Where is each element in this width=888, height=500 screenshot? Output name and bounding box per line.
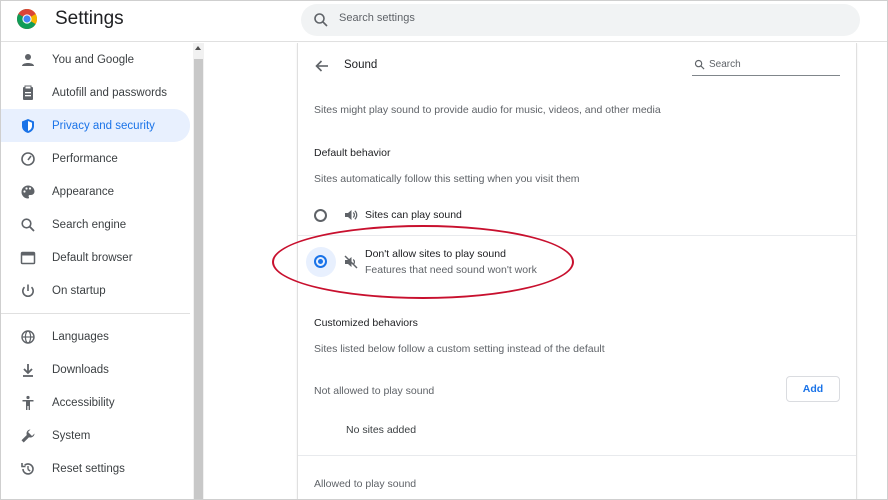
- option-label: Don't allow sites to play sound: [365, 248, 506, 260]
- power-icon: [22, 284, 34, 297]
- search-icon: [694, 59, 705, 70]
- sidebar-item-system[interactable]: System: [0, 419, 190, 452]
- page-title: Sound: [344, 59, 378, 71]
- sidebar-item-label: Languages: [52, 330, 109, 343]
- back-arrow-icon[interactable]: [314, 58, 330, 74]
- not-allowed-heading: Not allowed to play sound: [314, 385, 435, 397]
- sidebar-item-on-startup[interactable]: On startup: [0, 274, 190, 307]
- sidebar-item-languages[interactable]: Languages: [0, 320, 190, 353]
- speedometer-icon: [21, 151, 35, 166]
- section-divider: [298, 455, 856, 456]
- wrench-icon: [21, 429, 35, 442]
- globe-icon: [21, 329, 35, 344]
- sidebar: You and Google Autofill and passwords Pr…: [0, 43, 192, 500]
- sidebar-item-autofill[interactable]: Autofill and passwords: [0, 76, 190, 109]
- sidebar-item-search-engine[interactable]: Search engine: [0, 208, 190, 241]
- page-search-input[interactable]: Search: [709, 59, 741, 70]
- volume-icon: [345, 210, 358, 220]
- option-sublabel: Features that need sound won't work: [365, 264, 537, 276]
- sidebar-item-label: Performance: [52, 152, 118, 165]
- page-search-field[interactable]: Search: [692, 55, 840, 76]
- search-icon: [21, 217, 35, 232]
- sidebar-item-accessibility[interactable]: Accessibility: [0, 386, 190, 419]
- sidebar-item-label: You and Google: [52, 53, 135, 66]
- sidebar-divider: [0, 313, 190, 314]
- reset-icon: [21, 462, 34, 475]
- browser-icon: [20, 251, 36, 264]
- sidebar-item-privacy-and-security[interactable]: Privacy and security: [0, 109, 190, 142]
- option-divider: [298, 235, 856, 236]
- sidebar-item-default-browser[interactable]: Default browser: [0, 241, 190, 274]
- sidebar-item-label: Appearance: [52, 185, 115, 198]
- search-icon: [314, 13, 328, 27]
- palette-icon: [21, 185, 35, 198]
- sidebar-item-appearance[interactable]: Appearance: [0, 175, 190, 208]
- sidebar-item-performance[interactable]: Performance: [0, 142, 190, 175]
- sidebar-scrollbar[interactable]: [193, 43, 204, 500]
- sidebar-item-label: Search engine: [52, 218, 127, 231]
- app-title: Settings: [55, 8, 124, 29]
- default-behavior-description: Sites automatically follow this setting …: [314, 173, 580, 185]
- search-settings-input[interactable]: Search settings: [339, 12, 415, 24]
- default-behavior-title: Default behavior: [314, 147, 391, 159]
- search-settings-box[interactable]: Search settings: [301, 4, 860, 36]
- radio-dont-allow-sound[interactable]: [314, 255, 327, 268]
- sidebar-item-label: Default browser: [52, 251, 133, 264]
- accessibility-icon: [22, 395, 34, 410]
- person-icon: [22, 53, 34, 66]
- volume-off-icon: [344, 255, 358, 269]
- watermark-text: 快马导航网: [709, 469, 825, 494]
- sidebar-item-label: Downloads: [52, 363, 109, 376]
- scrollbar-thumb[interactable]: [194, 59, 203, 500]
- sidebar-item-you-and-google[interactable]: You and Google: [0, 43, 190, 76]
- intro-text: Sites might play sound to provide audio …: [314, 104, 661, 116]
- sidebar-item-label: Autofill and passwords: [52, 86, 168, 99]
- header: Settings Search settings: [0, 0, 888, 42]
- chrome-logo-icon: [17, 9, 37, 29]
- sidebar-item-label: System: [52, 429, 91, 442]
- download-icon: [23, 363, 33, 377]
- customized-behaviors-title: Customized behaviors: [314, 317, 418, 329]
- radio-sites-can-play-sound[interactable]: [314, 209, 327, 222]
- sidebar-item-reset-settings[interactable]: Reset settings: [0, 452, 190, 485]
- clipboard-icon: [23, 85, 33, 100]
- sidebar-item-label: Reset settings: [52, 462, 125, 475]
- customized-behaviors-description: Sites listed below follow a custom setti…: [314, 343, 605, 355]
- sidebar-item-label: Accessibility: [52, 396, 115, 409]
- shield-icon: [22, 118, 34, 133]
- scroll-up-arrow-icon[interactable]: [195, 46, 201, 50]
- add-not-allowed-site-button[interactable]: Add: [786, 376, 840, 402]
- sidebar-item-label: On startup: [52, 284, 106, 297]
- allowed-heading: Allowed to play sound: [314, 478, 417, 490]
- sidebar-item-label: Privacy and security: [52, 119, 155, 132]
- option-label: Sites can play sound: [365, 209, 462, 221]
- sound-settings-card: Sound Search Sites might play sound to p…: [297, 43, 857, 500]
- no-sites-added-text: No sites added: [346, 424, 417, 436]
- sidebar-item-downloads[interactable]: Downloads: [0, 353, 190, 386]
